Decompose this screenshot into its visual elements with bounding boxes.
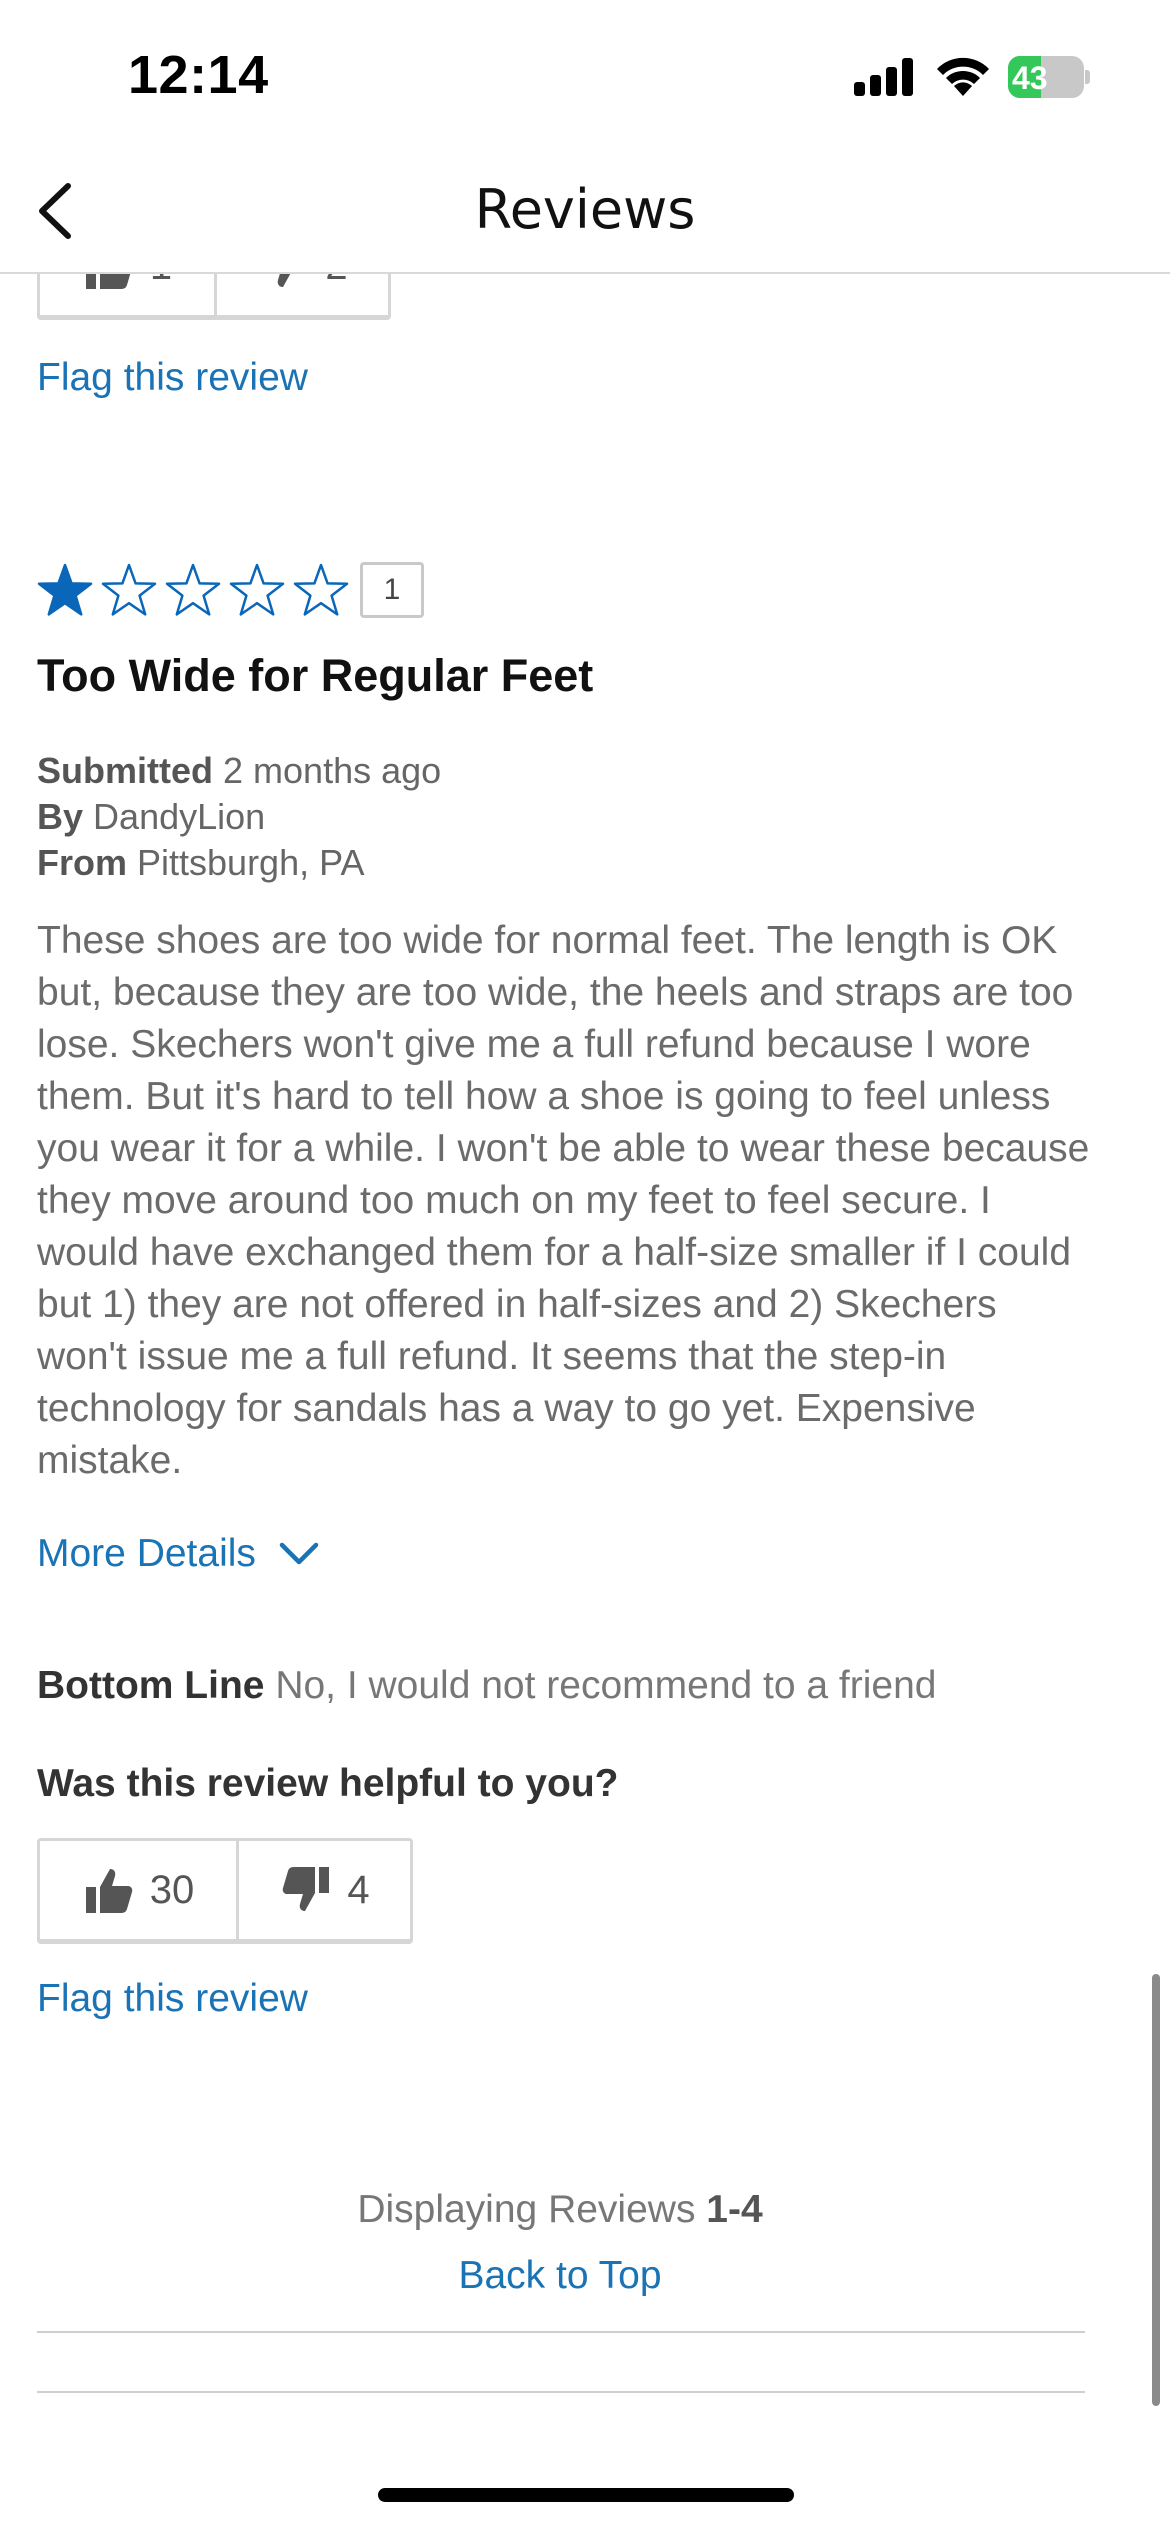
divider [37, 2331, 1085, 2333]
helpful-button[interactable]: 30 [40, 1841, 236, 1939]
star-filled-icon [37, 563, 93, 616]
status-time: 12:14 [128, 45, 269, 105]
displaying-label: Displaying Reviews [357, 2188, 696, 2231]
flag-review-link[interactable]: Flag this review [37, 1977, 308, 2021]
location-value: Pittsburgh, PA [137, 842, 365, 883]
unhelpful-count: 4 [347, 1867, 370, 1912]
from-label: From [37, 842, 127, 883]
review-location: From Pittsburgh, PA [37, 842, 364, 884]
star-empty-icon [229, 563, 285, 616]
bottom-line-label: Bottom Line [37, 1664, 265, 1707]
divider [37, 2391, 1085, 2393]
star-empty-icon [293, 563, 349, 616]
battery-percent: 43 [1012, 60, 1048, 96]
nav-bar: Reviews [0, 150, 1170, 274]
bottom-line-value: No, I would not recommend to a friend [275, 1664, 937, 1707]
page-title: Reviews [474, 178, 696, 241]
submitted-value: 2 months ago [223, 750, 442, 791]
star-empty-icon [165, 563, 221, 616]
home-indicator[interactable] [378, 2488, 794, 2502]
star-empty-icon [101, 563, 157, 616]
chevron-down-icon [279, 1542, 319, 1565]
helpful-question: Was this review helpful to you? [37, 1762, 619, 1805]
previous-review-flag-link[interactable]: Flag this review [37, 356, 308, 400]
more-details-toggle[interactable]: More Details [37, 1532, 320, 1576]
displaying-range: 1-4 [706, 2188, 763, 2231]
star-rating [36, 562, 350, 620]
status-bar: 12:14 43 [0, 0, 1170, 150]
bottom-line: Bottom Line No, I would not recommend to… [37, 1664, 936, 1708]
review-author: By DandyLion [37, 796, 265, 838]
by-label: By [37, 796, 84, 837]
review-submitted: Submitted 2 months ago [37, 750, 441, 792]
back-to-top-link[interactable]: Back to Top [0, 2254, 1120, 2298]
thumbs-up-icon [85, 1869, 133, 1913]
submitted-label: Submitted [37, 750, 213, 791]
author-name: DandyLion [93, 796, 266, 837]
more-details-label: More Details [37, 1532, 256, 1575]
review-body: These shoes are too wide for normal feet… [37, 919, 1090, 1482]
review-vote-group: 30 4 [37, 1838, 413, 1944]
cellular-signal-icon [854, 58, 916, 96]
rating-badge: 1 [360, 562, 424, 618]
scrollbar[interactable] [1152, 1974, 1160, 2406]
review-title: Too Wide for Regular Feet [37, 650, 594, 701]
displaying-reviews: Displaying Reviews 1-4 [0, 2188, 1120, 2232]
battery-icon: 43 [1008, 56, 1090, 98]
unhelpful-button[interactable]: 4 [236, 1841, 410, 1939]
helpful-count: 30 [149, 1867, 195, 1912]
thumbs-down-icon [283, 1867, 330, 1911]
wifi-icon [937, 57, 989, 96]
